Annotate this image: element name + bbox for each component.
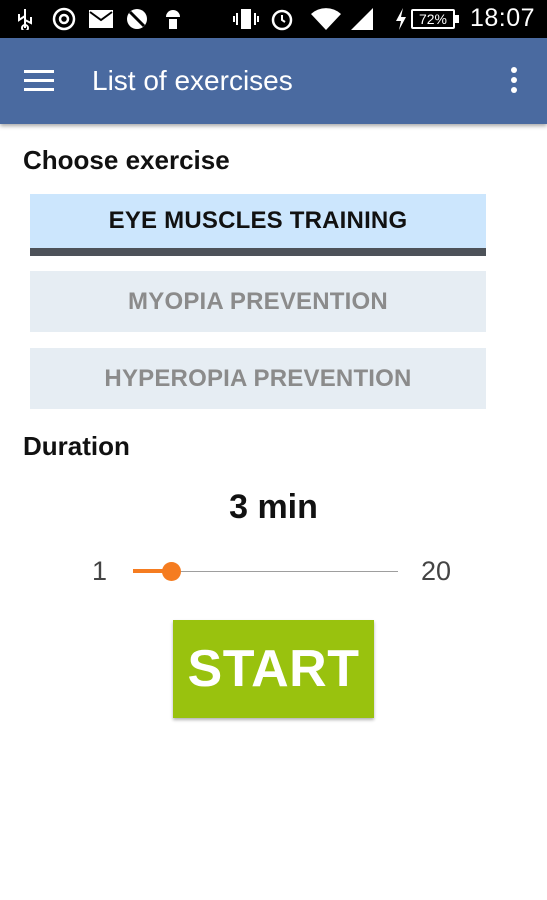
exercise-option-hyperopia-prevention[interactable]: HYPEROPIA PREVENTION: [30, 348, 486, 409]
exercise-option-myopia-prevention[interactable]: MYOPIA PREVENTION: [30, 271, 486, 332]
app-bar: List of exercises: [0, 38, 547, 124]
duration-slider[interactable]: [133, 560, 398, 584]
status-bar: 72% 18:07: [0, 0, 547, 38]
slider-max-label: 20: [421, 556, 452, 586]
wifi-icon: [310, 7, 342, 31]
duration-value: 3 min: [229, 488, 318, 526]
battery-indicator: 72%: [411, 9, 459, 29]
mail-icon: [88, 7, 114, 31]
start-button[interactable]: START: [173, 620, 374, 718]
clock: 18:07: [469, 4, 535, 32]
duration-heading: Duration: [23, 431, 130, 461]
usb-icon: [14, 7, 36, 31]
signal-icon: [348, 7, 376, 31]
slider-thumb[interactable]: [162, 562, 181, 581]
vibrate-icon: [232, 7, 260, 31]
charging-icon: [393, 7, 409, 31]
choose-exercise-heading: Choose exercise: [23, 145, 230, 175]
at-icon: [50, 7, 78, 31]
alarm-icon: [268, 7, 296, 31]
page-title: List of exercises: [92, 65, 293, 96]
slider-min-label: 1: [92, 556, 108, 586]
sync-off-icon: [124, 7, 150, 31]
hamburger-menu-icon[interactable]: [22, 66, 56, 96]
more-vert-icon[interactable]: [502, 64, 526, 98]
exercise-option-eye-muscles-training[interactable]: EYE MUSCLES TRAINING: [30, 194, 486, 256]
android-icon: [162, 7, 184, 31]
